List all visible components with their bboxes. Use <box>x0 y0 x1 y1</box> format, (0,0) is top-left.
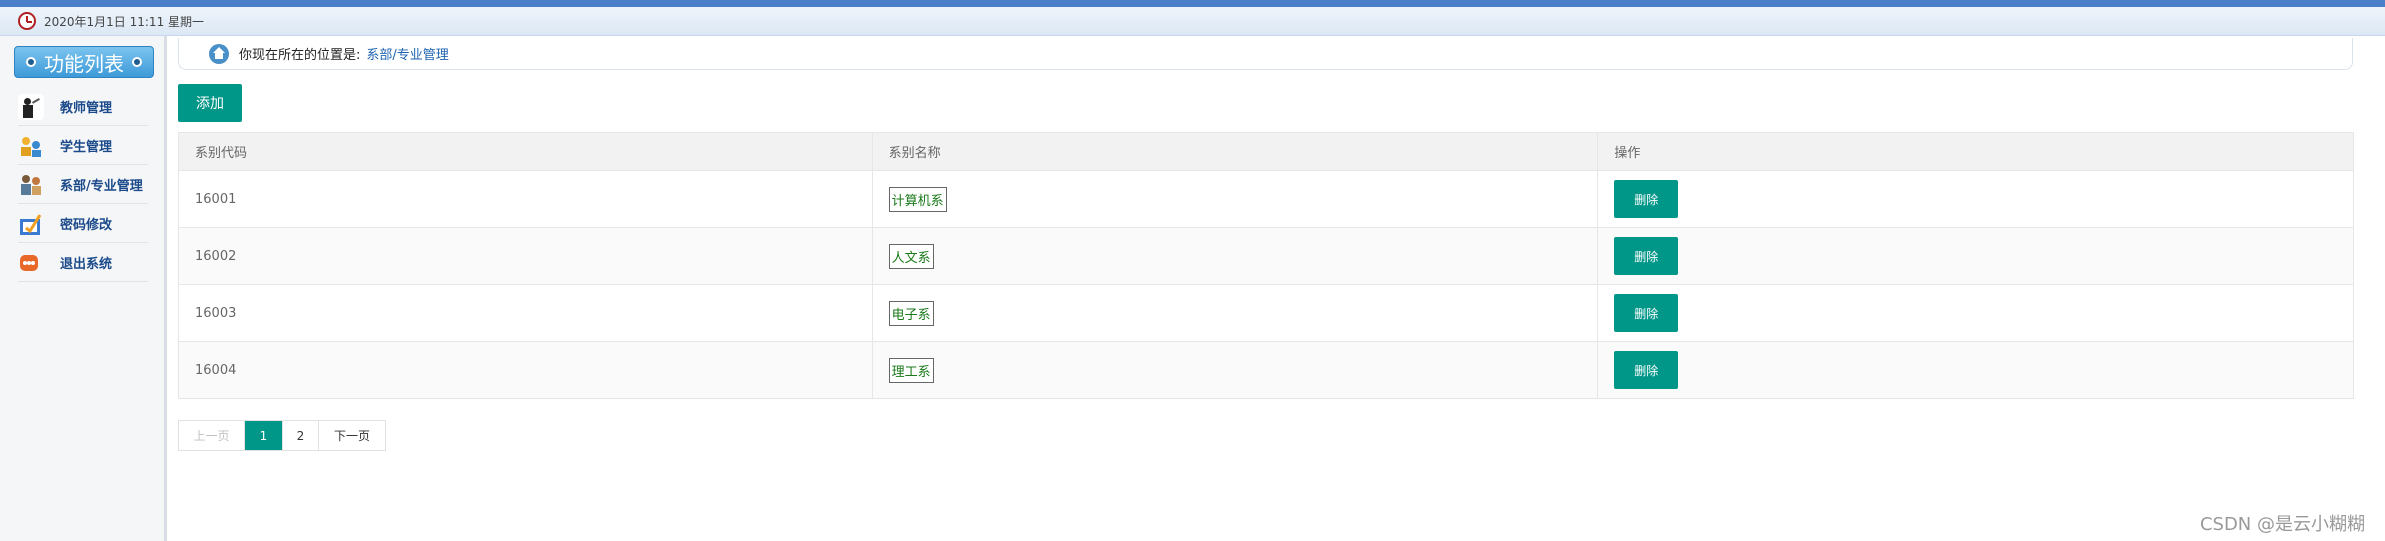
table-row: 16003 电子系 删除 <box>178 284 2354 342</box>
watermark-text: CSDN @是云小糊糊 <box>2199 514 2365 535</box>
top-accent-bar <box>0 0 2385 7</box>
current-datetime: 2020年1月1日 11:11 星期一 <box>44 14 205 29</box>
table-row: 16002 人文系 删除 <box>178 227 2354 285</box>
action-cell: 删除 <box>1597 284 2354 342</box>
sidebar-item-label: 教师管理 <box>60 101 113 116</box>
department-code: 16002 <box>178 227 873 285</box>
sidebar-title: 功能列表 <box>14 46 154 78</box>
action-cell: 删除 <box>1597 341 2354 399</box>
sidebar-item-department[interactable]: 系部/专业管理 <box>18 166 148 204</box>
sidebar-item-label: 学生管理 <box>60 140 113 155</box>
column-header-name: 系别名称 <box>871 132 1599 171</box>
next-page-button[interactable]: 下一页 <box>319 421 385 450</box>
sidebar-item-teacher[interactable]: 教师管理 <box>18 88 148 126</box>
table-row: 16001 计算机系 删除 <box>178 170 2354 228</box>
sidebar-item-label: 系部/专业管理 <box>60 179 143 194</box>
delete-button[interactable]: 删除 <box>1614 351 1679 389</box>
department-code: 16004 <box>178 341 873 399</box>
action-cell: 删除 <box>1597 170 2354 228</box>
department-icon <box>18 172 44 198</box>
department-name: 电子系 <box>888 300 934 326</box>
teacher-icon <box>18 93 44 120</box>
sidebar: 功能列表 教师管理 学生管理 系部/专业管理 密码修改 退出系统 <box>0 36 167 541</box>
table-row: 16004 理工系 删除 <box>178 341 2354 399</box>
department-name: 计算机系 <box>888 186 947 212</box>
sidebar-item-logout[interactable]: 退出系统 <box>18 244 148 282</box>
sidebar-item-label: 退出系统 <box>60 257 113 272</box>
table-header-row: 系别代码 系别名称 操作 <box>178 132 2354 171</box>
page-2-button[interactable]: 2 <box>283 421 319 450</box>
department-code: 16003 <box>178 284 873 342</box>
pagination: 上一页 1 2 下一页 <box>178 420 386 451</box>
location-current-link[interactable]: 系部/专业管理 <box>366 44 448 63</box>
delete-button[interactable]: 删除 <box>1614 294 1679 332</box>
student-icon <box>18 133 44 159</box>
department-code: 16001 <box>178 170 873 228</box>
add-button[interactable]: 添加 <box>178 84 242 122</box>
logout-icon <box>18 250 44 276</box>
department-name-cell: 计算机系 <box>871 170 1599 228</box>
page-1-button[interactable]: 1 <box>245 421 283 450</box>
clock-icon <box>18 12 36 30</box>
bullet-icon <box>132 57 142 67</box>
location-label: 你现在所在的位置是: <box>239 48 361 63</box>
prev-page-button[interactable]: 上一页 <box>179 421 245 450</box>
department-name-cell: 理工系 <box>871 341 1599 399</box>
bullet-icon <box>26 57 36 67</box>
breadcrumb: 你现在所在的位置是: 系部/专业管理 <box>178 38 2353 70</box>
column-header-action: 操作 <box>1597 132 2354 171</box>
department-name: 人文系 <box>888 243 934 269</box>
sidebar-title-text: 功能列表 <box>44 51 124 76</box>
password-icon <box>18 211 44 237</box>
department-name-cell: 电子系 <box>871 284 1599 342</box>
sidebar-item-label: 密码修改 <box>60 218 113 233</box>
delete-button[interactable]: 删除 <box>1614 237 1679 275</box>
sidebar-item-student[interactable]: 学生管理 <box>18 127 148 165</box>
department-table: 系别代码 系别名称 操作 16001 计算机系 删除 16002 人文系 删除 … <box>178 132 2354 399</box>
delete-button[interactable]: 删除 <box>1614 180 1679 218</box>
department-name: 理工系 <box>888 357 934 383</box>
column-header-code: 系别代码 <box>178 132 873 171</box>
department-name-cell: 人文系 <box>871 227 1599 285</box>
home-icon <box>209 43 229 64</box>
sidebar-item-password[interactable]: 密码修改 <box>18 205 148 243</box>
date-bar: 2020年1月1日 11:11 星期一 <box>0 7 2385 36</box>
action-cell: 删除 <box>1597 227 2354 285</box>
